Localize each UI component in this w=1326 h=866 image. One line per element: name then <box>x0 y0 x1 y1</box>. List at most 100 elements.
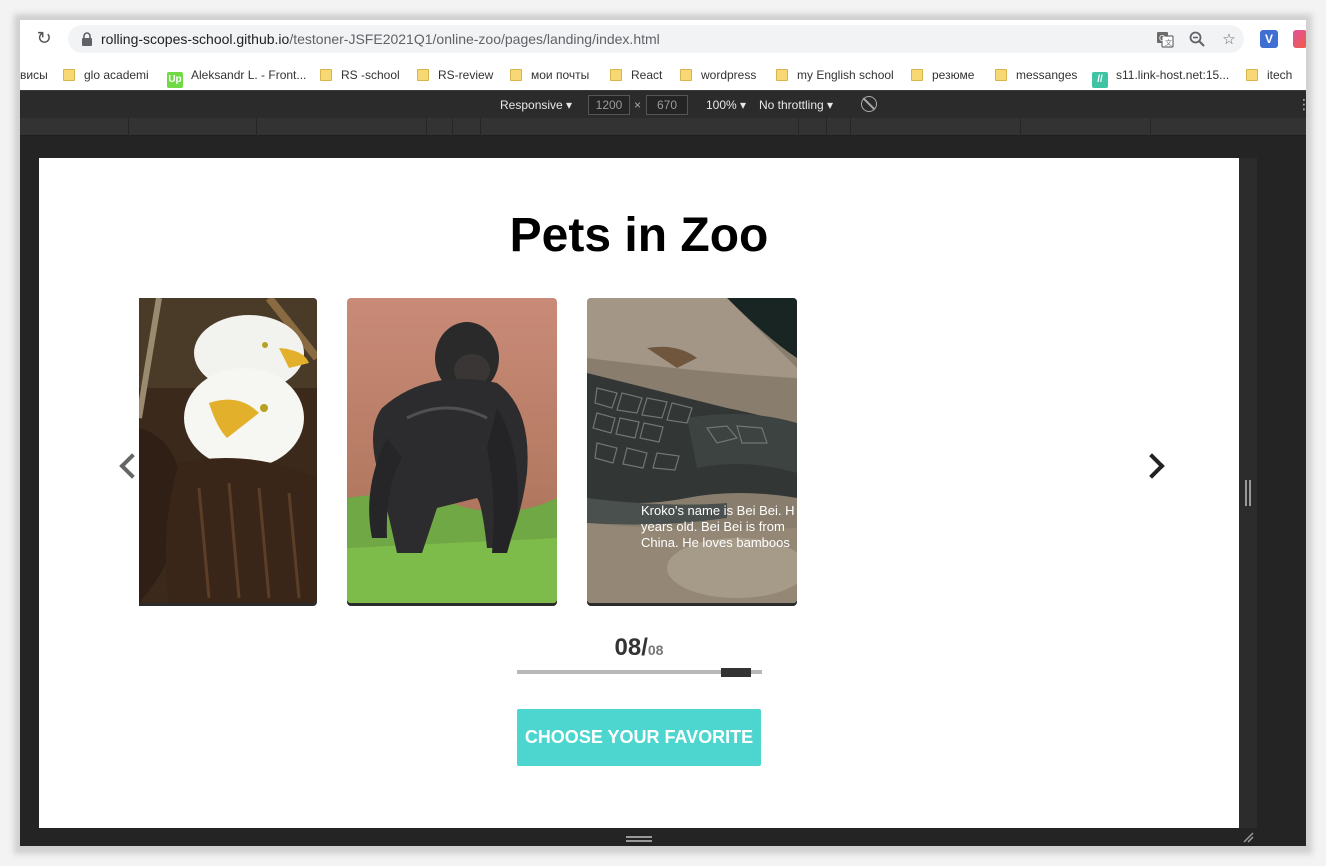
ruler-divider <box>256 118 257 136</box>
folder-icon <box>680 69 692 81</box>
device-toolbar: Responsive ▾ 1200 × 670 100% ▾ No thrott… <box>20 90 1306 118</box>
resize-corner-icon[interactable] <box>1242 831 1254 843</box>
ruler-divider <box>1020 118 1021 136</box>
device-select[interactable]: Responsive ▾ <box>500 98 572 112</box>
bookmark-item[interactable]: glo academi <box>63 66 149 84</box>
bookmark-label: висы <box>20 68 48 82</box>
viewport-height-input[interactable]: 670 <box>646 95 688 115</box>
emulated-page: Pets in Zoo Kroko's name is Bei Bei. H y… <box>39 158 1239 828</box>
resize-handle-bottom[interactable] <box>626 836 652 842</box>
bookmark-label: itech <box>1267 68 1293 82</box>
svg-text:文: 文 <box>1165 38 1172 47</box>
lock-icon <box>82 32 92 46</box>
pet-card-crocodile[interactable]: Kroko's name is Bei Bei. H years old. Be… <box>587 298 797 603</box>
folder-icon <box>320 69 332 81</box>
bookmark-item[interactable]: my English school <box>776 66 894 84</box>
device-label: Responsive <box>500 98 563 112</box>
ruler-divider <box>452 118 453 136</box>
slide-counter-total: 08 <box>647 642 664 658</box>
folder-icon <box>1246 69 1258 81</box>
bookmark-item[interactable]: RS -school <box>320 66 400 84</box>
ruler-divider <box>826 118 827 136</box>
bookmark-label: RS -school <box>341 68 400 82</box>
chevron-right-icon <box>1139 453 1165 479</box>
folder-icon <box>610 69 622 81</box>
zoom-icon[interactable] <box>1188 30 1206 48</box>
bookmark-label: my English school <box>797 68 894 82</box>
ruler-divider <box>480 118 481 136</box>
bookmark-label: s11.link-host.net:15... <box>1116 68 1230 82</box>
ruler-divider <box>798 118 799 136</box>
media-query-bar[interactable] <box>20 118 1306 136</box>
page-title: Pets in Zoo <box>509 209 769 262</box>
bookmarks-bar: висы glo academi Up Aleksandr L. - Front.… <box>20 60 1306 90</box>
star-icon[interactable]: ☆ <box>1220 30 1238 48</box>
pet-card-eagle[interactable] <box>139 298 317 603</box>
bookmark-item[interactable]: висы <box>20 66 48 84</box>
rotate-icon[interactable] <box>861 96 877 112</box>
ruler-divider <box>128 118 129 136</box>
slide-counter: 08/08 <box>39 634 1239 662</box>
ruler-divider <box>426 118 427 136</box>
folder-icon <box>911 69 923 81</box>
bookmark-item[interactable]: // s11.link-host.net:15... <box>1092 66 1230 88</box>
extension-v-icon[interactable]: V <box>1260 30 1278 48</box>
translate-icon[interactable]: G文 <box>1156 30 1174 48</box>
bookmark-item[interactable]: резюме <box>911 66 974 84</box>
bookmark-item[interactable]: messanges <box>995 66 1077 84</box>
url-text[interactable]: rolling-scopes-school.github.io/testoner… <box>101 31 660 47</box>
pet-description-line: China. He loves bamboos <box>641 535 790 550</box>
bookmark-item[interactable]: Up Aleksandr L. - Front... <box>167 66 307 88</box>
carousel-progress[interactable] <box>517 668 762 677</box>
more-options-icon[interactable]: ⋮ <box>1297 97 1306 113</box>
zoom-label: 100% <box>706 98 737 112</box>
progress-thumb[interactable] <box>720 668 751 677</box>
bookmark-label: glo academi <box>84 68 149 82</box>
link-host-icon: // <box>1092 72 1108 88</box>
carousel-next-button[interactable] <box>1139 450 1167 484</box>
ruler-divider <box>850 118 851 136</box>
bookmark-label: wordpress <box>701 68 757 82</box>
extension-icon[interactable] <box>1293 30 1306 48</box>
url-path: /testoner-JSFE2021Q1/online-zoo/pages/la… <box>289 31 660 47</box>
pet-card-gorilla[interactable] <box>347 298 557 603</box>
bookmark-label: Aleksandr L. - Front... <box>191 68 307 82</box>
bookmark-label: мои почты <box>531 68 590 82</box>
resize-handle-right[interactable] <box>1245 480 1251 506</box>
zoom-select[interactable]: 100% ▾ <box>706 98 746 112</box>
viewport-width-input[interactable]: 1200 <box>588 95 630 115</box>
folder-icon <box>63 69 75 81</box>
browser-toolbar: ↻ rolling-scopes-school.github.io/teston… <box>20 20 1306 58</box>
throttling-label: No throttling <box>759 98 824 112</box>
folder-icon <box>417 69 429 81</box>
bookmark-item[interactable]: RS-review <box>417 66 493 84</box>
bookmark-item[interactable]: мои почты <box>510 66 589 84</box>
screenshot-frame: ↻ rolling-scopes-school.github.io/teston… <box>0 0 1326 866</box>
carousel-prev-button[interactable] <box>113 450 145 484</box>
bookmark-label: messanges <box>1016 68 1078 82</box>
slide-counter-current: 08/ <box>614 634 648 661</box>
bookmark-item[interactable]: React <box>610 66 662 84</box>
pet-description-line: years old. Bei Bei is from <box>641 519 785 534</box>
gorilla-photo <box>347 298 557 603</box>
folder-icon <box>510 69 522 81</box>
url-host: rolling-scopes-school.github.io <box>101 31 290 47</box>
ruler-divider <box>1150 118 1151 136</box>
pet-description-line: Kroko's name is Bei Bei. H <box>641 503 795 518</box>
choose-favorite-button[interactable]: CHOOSE YOUR FAVORITE <box>517 709 761 766</box>
dimension-separator: × <box>634 98 642 112</box>
address-bar[interactable]: rolling-scopes-school.github.io/testoner… <box>68 25 1244 53</box>
folder-icon <box>776 69 788 81</box>
reload-icon[interactable]: ↻ <box>34 29 54 49</box>
crocodile-photo <box>587 298 797 603</box>
upwork-icon: Up <box>167 72 183 88</box>
bookmark-label: RS-review <box>438 68 494 82</box>
bald-eagles-photo <box>139 298 317 603</box>
bookmark-item[interactable]: itech <box>1246 66 1292 84</box>
browser-window: ↻ rolling-scopes-school.github.io/teston… <box>20 20 1306 846</box>
throttling-select[interactable]: No throttling ▾ <box>759 98 833 112</box>
bookmark-item[interactable]: wordpress <box>680 66 756 84</box>
bookmark-label: резюме <box>932 68 975 82</box>
folder-icon <box>995 69 1007 81</box>
bookmark-label: React <box>631 68 663 82</box>
